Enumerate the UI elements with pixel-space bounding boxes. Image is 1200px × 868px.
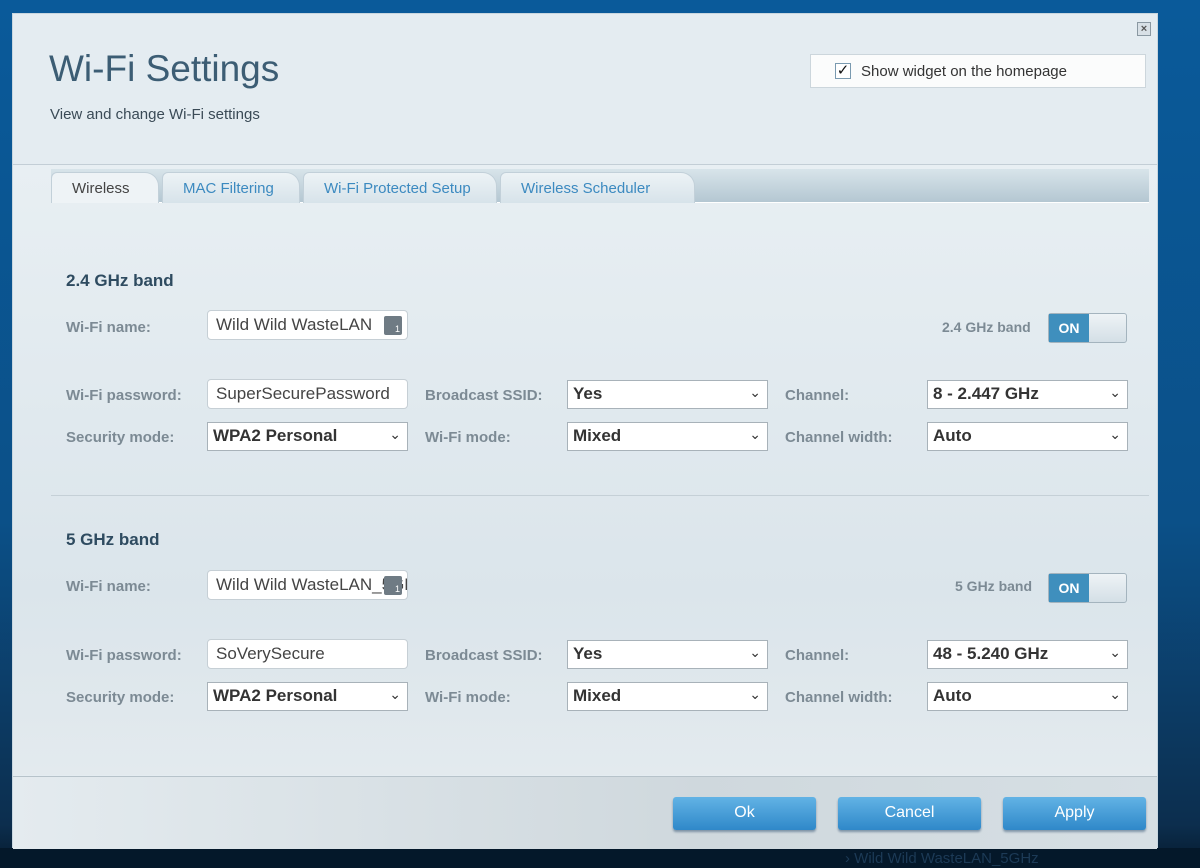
band24-channel-width-select[interactable]: Auto ⌄ bbox=[927, 422, 1128, 451]
band5-channel-width-select[interactable]: Auto ⌄ bbox=[927, 682, 1128, 711]
chevron-down-icon: ⌄ bbox=[1109, 426, 1121, 442]
tab-bar: Wireless MAC Filtering Wi-Fi Protected S… bbox=[51, 169, 1149, 203]
band5-channel-width-value: Auto bbox=[933, 686, 972, 705]
chevron-down-icon: ⌄ bbox=[389, 686, 401, 702]
band5-security-select[interactable]: WPA2 Personal ⌄ bbox=[207, 682, 408, 711]
band5-security-value: WPA2 Personal bbox=[213, 686, 338, 705]
band5-toggle[interactable]: ON bbox=[1048, 573, 1127, 603]
band24-toggle[interactable]: ON bbox=[1048, 313, 1127, 343]
band24-security-value: WPA2 Personal bbox=[213, 426, 338, 445]
band5-broadcast-label: Broadcast SSID: bbox=[425, 647, 543, 664]
chevron-down-icon: ⌄ bbox=[1109, 644, 1121, 660]
band24-wifi-mode-label: Wi-Fi mode: bbox=[425, 429, 511, 446]
page-subtitle: View and change Wi-Fi settings bbox=[50, 106, 260, 123]
band5-channel-label: Channel: bbox=[785, 647, 850, 664]
network-icon: 1 bbox=[384, 576, 402, 595]
tab-wifi-protected-setup[interactable]: Wi-Fi Protected Setup bbox=[303, 172, 497, 203]
band5-heading: 5 GHz band bbox=[66, 530, 160, 549]
band5-channel-select[interactable]: 48 - 5.240 GHz ⌄ bbox=[927, 640, 1128, 669]
band24-password-input[interactable]: SuperSecurePassword bbox=[207, 379, 408, 409]
ok-button[interactable]: Ok bbox=[673, 797, 816, 830]
background-network-name: Wild Wild WasteLAN_5GHz bbox=[854, 850, 1039, 867]
band24-security-select[interactable]: WPA2 Personal ⌄ bbox=[207, 422, 408, 451]
band5-password-input[interactable]: SoVerySecure bbox=[207, 639, 408, 669]
band24-password-label: Wi-Fi password: bbox=[66, 387, 182, 404]
show-widget-label: Show widget on the homepage bbox=[861, 62, 1067, 80]
chevron-down-icon: ⌄ bbox=[749, 384, 761, 400]
band5-wifi-name-value: Wild Wild WasteLAN_5GHz bbox=[216, 575, 408, 594]
band5-wifi-mode-value: Mixed bbox=[573, 686, 622, 705]
band24-toggle-state: ON bbox=[1049, 314, 1089, 342]
band5-toggle-state: ON bbox=[1049, 574, 1089, 602]
band24-wifi-name-input[interactable]: Wild Wild WasteLAN 1 bbox=[207, 310, 408, 340]
band5-security-label: Security mode: bbox=[66, 689, 175, 706]
dialog-footer: Ok Cancel Apply bbox=[13, 776, 1157, 849]
tab-wireless-scheduler[interactable]: Wireless Scheduler bbox=[500, 172, 695, 203]
wifi-settings-dialog: × Wi-Fi Settings View and change Wi-Fi s… bbox=[12, 13, 1158, 849]
band24-wifi-name-label: Wi-Fi name: bbox=[66, 319, 151, 336]
apply-button[interactable]: Apply bbox=[1003, 797, 1146, 830]
band5-wifi-mode-select[interactable]: Mixed ⌄ bbox=[567, 682, 768, 711]
chevron-down-icon: ⌄ bbox=[749, 644, 761, 660]
band24-security-label: Security mode: bbox=[66, 429, 175, 446]
show-widget-checkbox[interactable]: ✓ bbox=[835, 63, 851, 79]
band-divider bbox=[51, 495, 1149, 496]
band24-channel-select[interactable]: 8 - 2.447 GHz ⌄ bbox=[927, 380, 1128, 409]
chevron-down-icon: ⌄ bbox=[389, 426, 401, 442]
band24-broadcast-value: Yes bbox=[573, 384, 603, 403]
chevron-down-icon: ⌄ bbox=[749, 426, 761, 442]
band5-wifi-name-input[interactable]: Wild Wild WasteLAN_5GHz 1 bbox=[207, 570, 408, 600]
band24-channel-width-value: Auto bbox=[933, 426, 972, 445]
band24-wifi-mode-select[interactable]: Mixed ⌄ bbox=[567, 422, 768, 451]
band24-broadcast-select[interactable]: Yes ⌄ bbox=[567, 380, 768, 409]
band24-channel-value: 8 - 2.447 GHz bbox=[933, 384, 1039, 403]
band24-broadcast-label: Broadcast SSID: bbox=[425, 387, 543, 404]
band5-toggle-label: 5 GHz band bbox=[955, 578, 1033, 594]
band24-wifi-mode-value: Mixed bbox=[573, 426, 622, 445]
page-title: Wi-Fi Settings bbox=[49, 48, 280, 89]
chevron-down-icon: ⌄ bbox=[749, 686, 761, 702]
cancel-button[interactable]: Cancel bbox=[838, 797, 981, 830]
band5-channel-width-label: Channel width: bbox=[785, 689, 893, 706]
band5-wifi-name-label: Wi-Fi name: bbox=[66, 578, 151, 595]
close-icon[interactable]: × bbox=[1137, 22, 1151, 36]
band5-broadcast-select[interactable]: Yes ⌄ bbox=[567, 640, 768, 669]
band5-password-label: Wi-Fi password: bbox=[66, 647, 182, 664]
chevron-down-icon: ⌄ bbox=[1109, 686, 1121, 702]
network-icon: 1 bbox=[384, 316, 402, 335]
background-network-item: › Wild Wild WasteLAN_5GHz bbox=[845, 850, 1039, 867]
tab-wireless[interactable]: Wireless bbox=[51, 172, 159, 203]
chevron-down-icon: ⌄ bbox=[1109, 384, 1121, 400]
tab-mac-filtering[interactable]: MAC Filtering bbox=[162, 172, 300, 203]
band5-broadcast-value: Yes bbox=[573, 644, 603, 663]
band5-wifi-mode-label: Wi-Fi mode: bbox=[425, 689, 511, 706]
show-widget-option[interactable]: ✓ Show widget on the homepage bbox=[810, 54, 1146, 88]
band24-heading: 2.4 GHz band bbox=[66, 271, 174, 290]
band24-channel-label: Channel: bbox=[785, 387, 850, 404]
band24-wifi-name-value: Wild Wild WasteLAN bbox=[216, 315, 373, 334]
band5-channel-value: 48 - 5.240 GHz bbox=[933, 644, 1049, 663]
band24-toggle-label: 2.4 GHz band bbox=[942, 319, 1031, 335]
dialog-body: Wireless MAC Filtering Wi-Fi Protected S… bbox=[13, 165, 1157, 775]
band24-channel-width-label: Channel width: bbox=[785, 429, 893, 446]
